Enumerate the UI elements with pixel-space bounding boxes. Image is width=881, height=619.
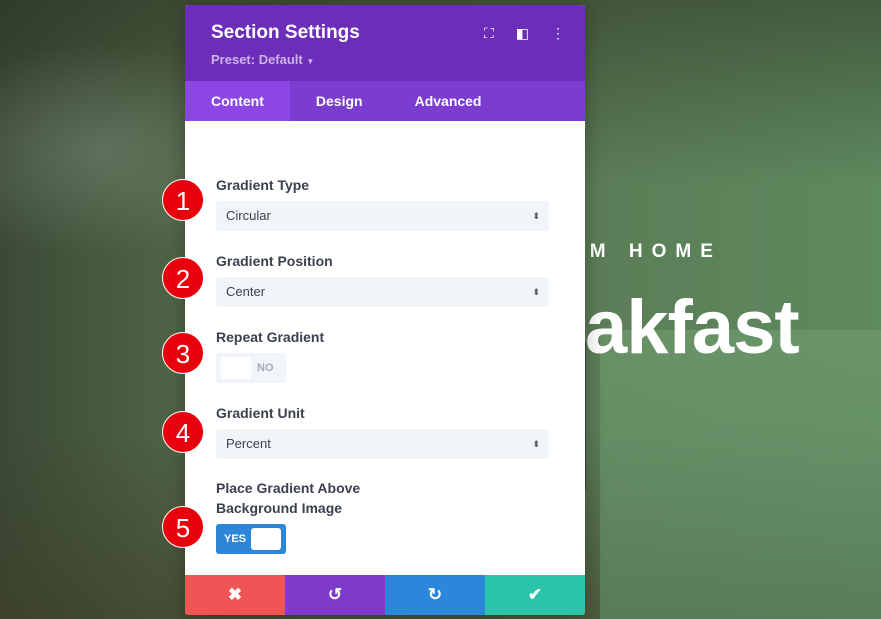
section-settings-panel: Section Settings Preset: Default ▼ ⛶ ◧ ⋮… <box>185 5 585 615</box>
tab-design[interactable]: Design <box>290 81 389 121</box>
tab-content[interactable]: Content <box>185 81 290 121</box>
gradient-type-value: Circular <box>226 208 271 223</box>
background-bed <box>600 330 881 619</box>
preset-dropdown[interactable]: Preset: Default ▼ <box>211 52 314 67</box>
fullscreen-icon[interactable]: ⛶ <box>484 25 494 42</box>
sidebar-layout-icon[interactable]: ◧ <box>516 25 529 42</box>
hero-subtitle: OM HOME <box>566 241 722 262</box>
panel-title: Section Settings <box>211 22 360 43</box>
select-arrows-icon: ⬍ <box>532 287 540 297</box>
hero-title: akfast <box>585 285 800 370</box>
repeat-gradient-toggle[interactable]: NO <box>216 353 286 383</box>
step-badge: 2 <box>162 257 204 299</box>
gradient-position-select[interactable]: Center ⬍ <box>216 277 549 307</box>
gradient-type-select[interactable]: Circular ⬍ <box>216 201 549 231</box>
step-badge: 3 <box>162 332 204 374</box>
tab-bar: Content Design Advanced <box>185 81 585 121</box>
gradient-type-label: Gradient Type <box>216 177 310 193</box>
place-above-field: Place Gradient Above Background Image YE… <box>216 478 549 554</box>
place-above-label-2: Background Image <box>216 500 343 516</box>
panel-footer: ✖ ↺ ↻ ✔ <box>185 575 585 615</box>
gradient-position-field: Gradient Position Center ⬍ <box>216 251 549 307</box>
gradient-type-field: Gradient Type Circular ⬍ <box>216 175 549 231</box>
gradient-unit-field: Gradient Unit Percent ⬍ <box>216 403 549 459</box>
save-button[interactable]: ✔ <box>485 575 585 615</box>
place-above-label-1: Place Gradient Above <box>216 480 361 496</box>
caret-down-icon: ▼ <box>306 57 315 66</box>
repeat-gradient-label: Repeat Gradient <box>216 329 325 345</box>
step-badge: 4 <box>162 411 204 453</box>
redo-icon: ↻ <box>427 585 443 604</box>
gradient-position-value: Center <box>226 284 266 299</box>
gradient-unit-label: Gradient Unit <box>216 405 305 421</box>
toggle-state: YES <box>224 533 247 545</box>
redo-button[interactable]: ↻ <box>385 575 485 615</box>
repeat-gradient-field: Repeat Gradient NO <box>216 327 549 383</box>
gradient-unit-select[interactable]: Percent ⬍ <box>216 429 549 459</box>
step-badge: 5 <box>162 506 204 548</box>
place-above-toggle[interactable]: YES <box>216 524 286 554</box>
toggle-knob <box>251 528 281 550</box>
toggle-state: NO <box>257 362 274 374</box>
select-arrows-icon: ⬍ <box>532 439 540 449</box>
close-icon: ✖ <box>227 585 243 604</box>
more-options-icon[interactable]: ⋮ <box>551 25 565 42</box>
gradient-position-label: Gradient Position <box>216 253 333 269</box>
tab-advanced[interactable]: Advanced <box>389 81 508 121</box>
cancel-button[interactable]: ✖ <box>185 575 285 615</box>
step-badge: 1 <box>162 179 204 221</box>
undo-icon: ↺ <box>327 585 343 604</box>
toggle-knob <box>221 357 251 379</box>
undo-button[interactable]: ↺ <box>285 575 385 615</box>
check-icon: ✔ <box>527 585 543 604</box>
select-arrows-icon: ⬍ <box>532 211 540 221</box>
panel-header: Section Settings Preset: Default ▼ ⛶ ◧ ⋮ <box>185 5 585 81</box>
preset-label: Preset: Default <box>211 52 303 67</box>
gradient-unit-value: Percent <box>226 436 271 451</box>
